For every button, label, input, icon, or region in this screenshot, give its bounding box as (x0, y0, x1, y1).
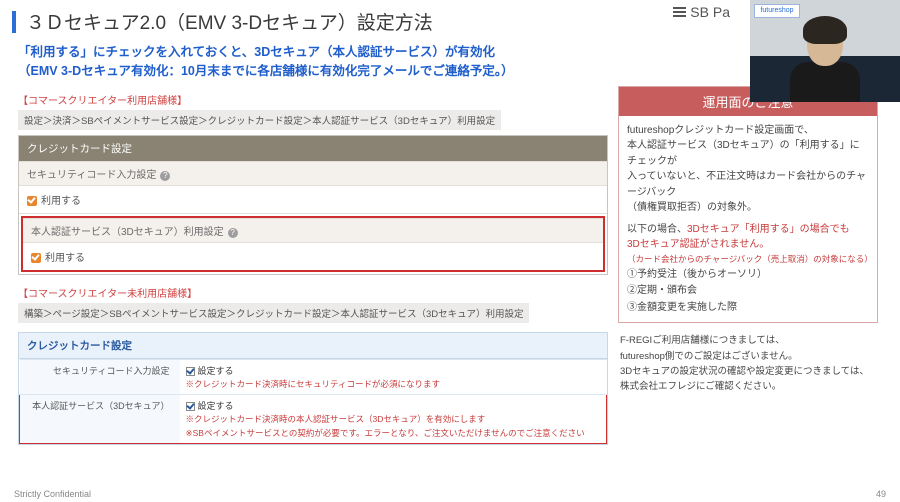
notice-item-2: ②定期・頒布会 (627, 283, 869, 299)
notice-p1c: 入っていないと、不正注文時はカード会社からのチャージバック (627, 169, 869, 200)
notice-p2-line: 以下の場合、3Dセキュア「利用する」の場合でも (627, 222, 869, 238)
title-accent (12, 11, 16, 33)
extra-l2: futureshop側でのご設定はございません。 (620, 349, 878, 364)
extra-l4: 株式会社エフレジにご確認ください。 (620, 379, 878, 394)
highlighted-auth-block: 本人認証サービス（3Dセキュア）利用設定? 利用する (21, 216, 605, 272)
extra-l1: F-REGIご利用店舗様につきましては、 (620, 333, 878, 348)
slide-footer: Strictly Confidential 49 (14, 489, 886, 499)
panel1-title: クレジットカード設定 (19, 136, 607, 161)
footer-left: Strictly Confidential (14, 489, 91, 499)
notice-p2c: 3Dセキュア認証がされません。 (627, 237, 869, 253)
extra-l3: 3Dセキュアの設定状況の確認や設定変更につきましては、 (620, 364, 878, 379)
help-icon[interactable]: ? (228, 228, 238, 238)
row1-note: ※クレジットカード決済時にセキュリティコードが必須になります (186, 379, 601, 390)
use-label-1: 利用する (41, 196, 81, 207)
checkbox-icon[interactable] (186, 402, 195, 411)
help-icon[interactable]: ? (160, 171, 170, 181)
notice-item-3: ③金額変更を実施した際 (627, 300, 869, 316)
row2-value: 設定する ※クレジットカード決済時の本人認証サービス（3Dセキュア）を有効にしま… (180, 395, 607, 444)
row1-label: セキュリティコード入力設定 (20, 359, 180, 394)
auth-row: 利用する (23, 243, 603, 270)
sec-code-label: セキュリティコード入力設定 (27, 170, 156, 181)
notice-panel: 運用面のご注意 futureshopクレジットカード設定画面で、 本人認証サービ… (618, 86, 878, 324)
section1-breadcrumb: 設定＞決済＞SBペイメントサービス設定＞クレジットカード設定＞本人認証サービス（… (18, 110, 501, 130)
row1-value: 設定する ※クレジットカード決済時にセキュリティコードが必須になります (180, 359, 607, 394)
notice-p2d: （カード会社からのチャージバック（売上取消）の対象になる） (627, 253, 869, 266)
panel2-title: クレジットカード設定 (19, 333, 607, 359)
right-extra-notes: F-REGIご利用店舗様につきましては、 futureshop側でのご設定はござ… (618, 333, 878, 394)
row1-check-text: 設定する (198, 366, 234, 376)
sec-code-header: セキュリティコード入力設定? (19, 161, 607, 186)
sec-code-row: 利用する (19, 186, 607, 214)
checkbox-icon[interactable] (186, 367, 195, 376)
section1-label: 【コマースクリエイター利用店舗様】 (18, 92, 608, 107)
hamburger-icon (673, 7, 686, 17)
settings-panel-2: クレジットカード設定 セキュリティコード入力設定 設定する ※クレジットカード決… (18, 332, 608, 445)
presenter-silhouette (790, 22, 860, 102)
auth-label: 本人認証サービス（3Dセキュア）利用設定 (31, 227, 224, 238)
right-column: 運用面のご注意 futureshopクレジットカード設定画面で、 本人認証サービ… (618, 86, 878, 445)
row2-check-text: 設定する (198, 401, 234, 411)
table-row-highlight: 本人認証サービス（3Dセキュア） 設定する ※クレジットカード決済時の本人認証サ… (20, 395, 607, 444)
row2-note1: ※クレジットカード決済時の本人認証サービス（3Dセキュア）を有効にします (186, 414, 601, 425)
page-number: 49 (876, 489, 886, 499)
use-label-2: 利用する (45, 253, 85, 264)
notice-p1a: futureshopクレジットカード設定画面で、 (627, 123, 869, 139)
notice-item-1: ①予約受注（後からオーソリ） (627, 267, 869, 283)
notice-p1b: 本人認証サービス（3Dセキュア）の「利用する」にチェックが (627, 138, 869, 169)
section2-breadcrumb: 構築＞ページ設定＞SBペイメントサービス設定＞クレジットカード設定＞本人認証サー… (18, 303, 529, 323)
presenter-webcam: futureshop (750, 0, 900, 102)
notice-p1d: （債権買取拒否）の対象外。 (627, 200, 869, 216)
brand-logo: SB Pa (673, 4, 730, 20)
section2-label: 【コマースクリエイター未利用店舗様】 (18, 285, 608, 300)
notice-body: futureshopクレジットカード設定画面で、 本人認証サービス（3Dセキュア… (619, 116, 877, 323)
row2-label: 本人認証サービス（3Dセキュア） (20, 395, 180, 444)
settings-panel-1: クレジットカード設定 セキュリティコード入力設定? 利用する 本人認証サービス（… (18, 135, 608, 275)
brand-text: SB Pa (690, 4, 730, 20)
checkbox-icon[interactable] (31, 253, 41, 263)
slide-title: ３Ｄセキュア2.0（EMV 3-Dセキュア）設定方法 (26, 8, 433, 35)
notice-p2b: 3Dセキュア「利用する」の場合でも (687, 224, 850, 235)
webcam-tag: futureshop (754, 4, 800, 18)
left-column: 【コマースクリエイター利用店舗様】 設定＞決済＞SBペイメントサービス設定＞クレ… (18, 86, 608, 445)
auth-header: 本人認証サービス（3Dセキュア）利用設定? (23, 218, 603, 243)
checkbox-icon[interactable] (27, 196, 37, 206)
row2-note2: ※SBペイメントサービスとの契約が必要です。エラーとなり、ご注文いただけませんの… (186, 428, 601, 439)
table-row: セキュリティコード入力設定 設定する ※クレジットカード決済時にセキュリティコー… (20, 359, 607, 394)
notice-p2a: 以下の場合、 (627, 224, 687, 235)
